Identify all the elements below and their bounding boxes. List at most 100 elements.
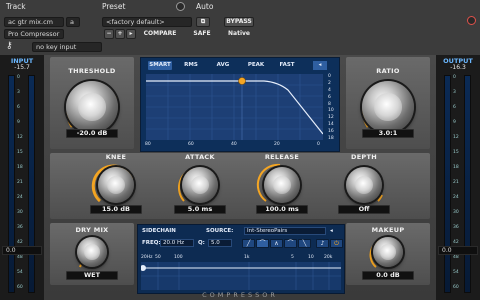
meter-scale-tick: 3	[453, 90, 456, 95]
sidechain-freq-handle[interactable]	[140, 265, 146, 271]
preset-plus-button[interactable]: +	[115, 29, 125, 39]
meter-scale-tick: 15	[453, 150, 459, 155]
auto-label: Auto	[196, 2, 214, 11]
track-label: Track	[6, 2, 26, 11]
depth-knob[interactable]	[346, 167, 382, 203]
attack-knob[interactable]	[182, 167, 218, 203]
sidechain-q-label: Q:	[198, 240, 205, 246]
plugin-brand-label: COMPRESSOR	[202, 291, 278, 299]
meter-scale-tick: 48	[453, 255, 459, 260]
output-meter: OUTPUT -16.3 0 3 6 9 12 15 18 21 24 30 36 42 48 54 60 …	[436, 55, 480, 300]
preset-label: Preset	[102, 2, 126, 11]
dry-mix-knob[interactable]	[77, 237, 107, 267]
threshold-panel: THRESHOLD -20.0 dB	[50, 57, 134, 149]
attack-label: ATTACK	[185, 153, 215, 161]
meter-scale-tick: 60	[17, 285, 23, 290]
tab-avg[interactable]: AVG	[213, 61, 233, 70]
sidechain-menu-icon[interactable]: ◂	[330, 228, 333, 234]
sidechain-q-field[interactable]: 5.0	[208, 239, 232, 247]
sidechain-scale-tick: 20k	[324, 255, 333, 260]
knee-knob[interactable]	[98, 167, 134, 203]
tab-peak[interactable]: PEAK	[245, 61, 267, 70]
tab-fast[interactable]: FAST	[277, 61, 297, 70]
power-icon[interactable]	[176, 2, 185, 11]
filter-highshelf-button[interactable]: ⌒	[284, 239, 297, 248]
meter-scale-tick: 54	[453, 270, 459, 275]
key-input-selector[interactable]: no key input	[32, 42, 102, 52]
sidechain-panel: SIDECHAIN SOURCE: Int-StereoPairs ◂ FREQ…	[137, 224, 345, 294]
meter-scale-tick: 6	[17, 105, 20, 110]
tab-smart[interactable]: SMART	[148, 61, 172, 70]
depth-value[interactable]: Off	[338, 205, 390, 214]
sidechain-eq-graph[interactable]	[140, 262, 341, 290]
threshold-handle[interactable]	[238, 77, 246, 85]
release-label: RELEASE	[264, 153, 300, 161]
input-meter: INPUT -15.7 0 3 6 9 12 15 18 21 24 30 36 42 48 54 60 0…	[0, 55, 44, 300]
compressor-plugin: INPUT -15.7 0 3 6 9 12 15 18 21 24 30 36 42 48 54 60 0…	[0, 55, 480, 300]
output-gain-field[interactable]: 0.0	[438, 246, 478, 255]
graph-x-tick: 80	[145, 142, 151, 147]
dynamics-row: KNEE 15.0 dB ATTACK 5.0 ms RELEASE 100.0…	[50, 153, 430, 219]
target-icon[interactable]	[467, 16, 476, 25]
input-peak-value: -15.7	[14, 64, 30, 71]
graph-y-tick: 6	[328, 94, 331, 100]
track-selector[interactable]: ac gtr mix.cm	[4, 17, 64, 27]
graph-x-tick: 40	[231, 142, 237, 147]
release-knob[interactable]	[264, 167, 300, 203]
meter-scale-tick: 9	[17, 120, 20, 125]
safe-button[interactable]: SAFE	[190, 29, 214, 39]
attack-value[interactable]: 5.0 ms	[174, 205, 226, 214]
preset-minus-button[interactable]: −	[104, 29, 114, 39]
graph-y-tick: 10	[328, 108, 334, 114]
ratio-label: RATIO	[376, 67, 400, 75]
meter-scale-tick: 42	[453, 240, 459, 245]
sidechain-listen-icon[interactable]: ♪	[316, 239, 329, 248]
bypass-button[interactable]: BYPASS	[224, 17, 254, 27]
tab-rms[interactable]: RMS	[181, 61, 201, 70]
compare-button[interactable]: COMPARE	[140, 29, 180, 39]
meter-scale-tick: 30	[17, 210, 23, 215]
filter-bandpass-button[interactable]: ∧	[270, 239, 283, 248]
filter-lowshelf-button[interactable]: ⌒	[256, 239, 269, 248]
graph-collapse-icon[interactable]: ◂	[313, 61, 327, 70]
sidechain-source-select[interactable]: Int-StereoPairs	[244, 227, 326, 235]
sidechain-power-icon[interactable]: ⏻	[330, 239, 343, 248]
meter-scale-tick: 48	[17, 255, 23, 260]
graph-x-tick: 0	[317, 142, 320, 147]
dry-mix-value[interactable]: WET	[66, 271, 118, 280]
makeup-panel: MAKEUP 0.0 dB	[346, 223, 430, 285]
threshold-knob[interactable]	[66, 81, 118, 133]
threshold-value[interactable]: -20.0 dB	[66, 129, 118, 138]
meter-scale-tick: 42	[17, 240, 23, 245]
meter-scale-tick: 9	[453, 120, 456, 125]
preset-menu-button[interactable]: ▸	[126, 29, 136, 39]
graph-y-tick: 16	[328, 129, 334, 135]
knee-value[interactable]: 15.0 dB	[90, 205, 142, 214]
filter-highpass-button[interactable]: ╱	[242, 239, 255, 248]
graph-y-tick: 14	[328, 122, 334, 128]
meter-scale-tick: 15	[17, 150, 23, 155]
preset-copy-button[interactable]: ⧉	[196, 17, 210, 27]
meter-scale-tick: 54	[17, 270, 23, 275]
transfer-curve-svg	[146, 74, 323, 140]
plugin-selector[interactable]: Pro Compressor	[4, 29, 64, 39]
knee-label: KNEE	[105, 153, 127, 161]
ratio-knob[interactable]	[362, 81, 414, 133]
ratio-value[interactable]: 3.0:1	[362, 129, 414, 138]
meter-scale-tick: 21	[453, 180, 459, 185]
filter-lowpass-button[interactable]: ╲	[298, 239, 311, 248]
sidechain-freq-field[interactable]: 20.0 Hz	[160, 239, 194, 247]
native-label: Native	[224, 29, 254, 39]
release-value[interactable]: 100.0 ms	[256, 205, 308, 214]
input-gain-field[interactable]: 0.0	[2, 246, 42, 255]
preset-selector[interactable]: <factory default>	[102, 17, 192, 27]
makeup-value[interactable]: 0.0 dB	[362, 271, 414, 280]
transfer-curve-area[interactable]	[146, 74, 323, 140]
meter-scale-tick: 6	[453, 105, 456, 110]
meter-scale-tick: 0	[17, 75, 20, 80]
meter-scale-tick: 12	[453, 135, 459, 140]
meter-scale-tick: 21	[17, 180, 23, 185]
makeup-knob[interactable]	[373, 237, 403, 267]
track-letter-selector[interactable]: a	[66, 17, 80, 27]
dry-mix-panel: DRY MIX WET	[50, 223, 134, 285]
